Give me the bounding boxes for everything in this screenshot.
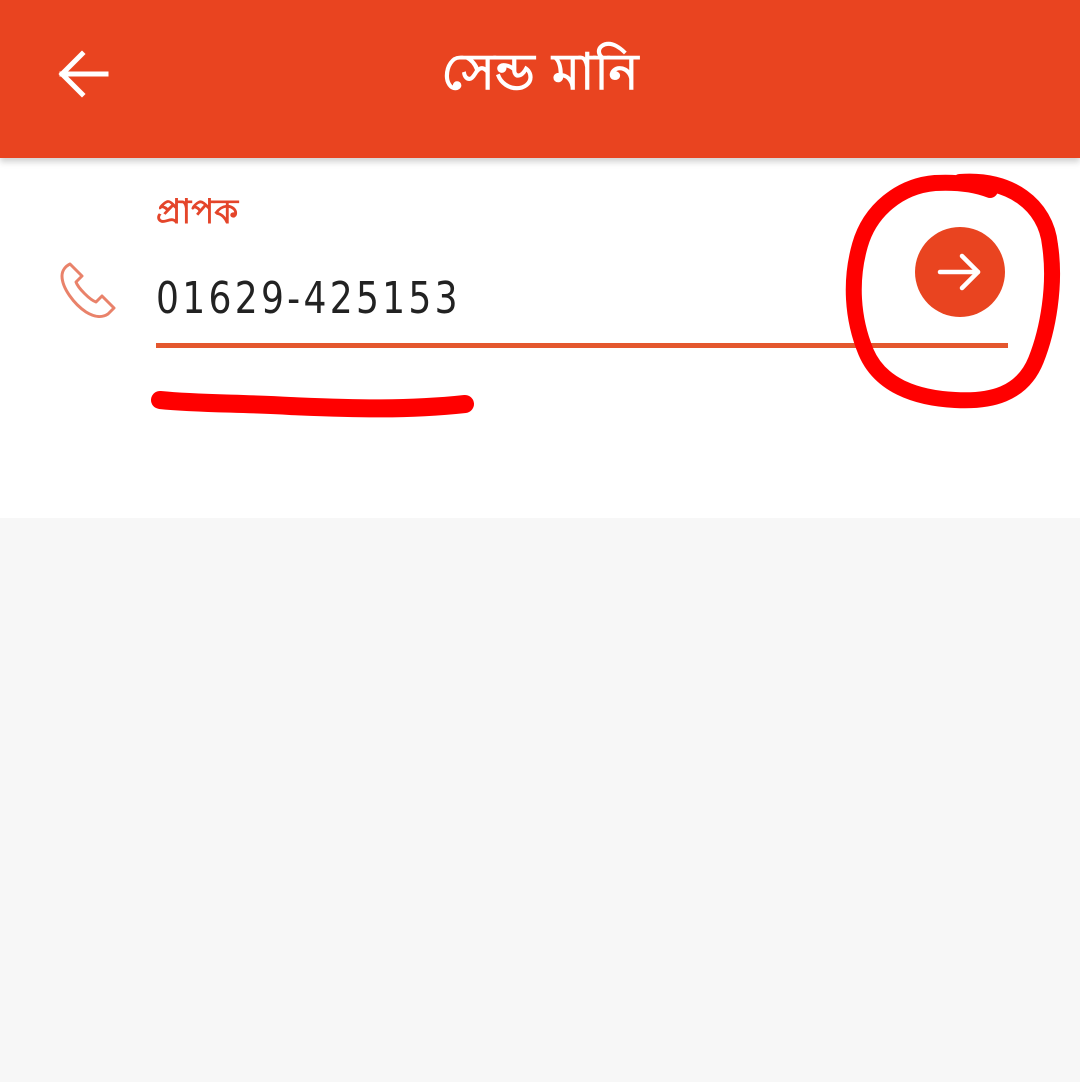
phone-icon xyxy=(60,262,116,318)
submit-button[interactable] xyxy=(915,227,1005,317)
page-title: সেন্ড মানি xyxy=(441,42,639,101)
arrow-right-icon xyxy=(937,253,981,291)
recipient-label: প্রাপক xyxy=(156,192,239,232)
phone-number-input[interactable] xyxy=(156,260,714,336)
send-money-form: প্রাপক xyxy=(0,158,1080,518)
input-underline xyxy=(156,343,1008,348)
app-bar: সেন্ড মানি xyxy=(0,0,1080,158)
